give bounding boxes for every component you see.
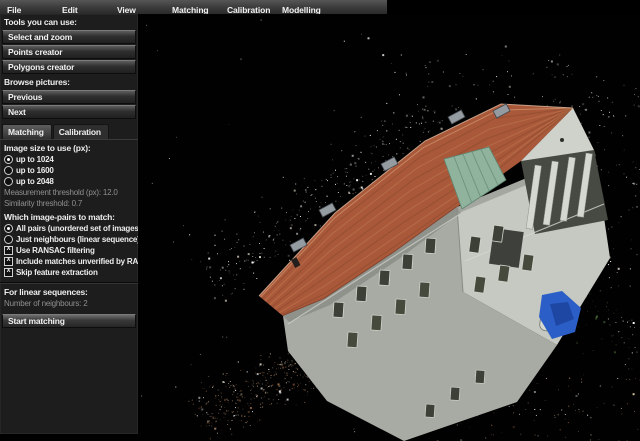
- 3d-viewport[interactable]: [138, 14, 640, 441]
- start-matching-button[interactable]: Start matching: [2, 314, 136, 328]
- tool-sidebar: Tools you can use: Select and zoom Point…: [0, 14, 138, 434]
- select-and-zoom-button[interactable]: Select and zoom: [2, 30, 136, 44]
- radio-icon: [4, 155, 13, 164]
- radio-label: up to 1600: [16, 166, 54, 175]
- tab-calibration[interactable]: Calibration: [53, 124, 109, 139]
- neighbours-text: Number of neighbours: 2: [0, 298, 138, 309]
- radio-icon: [4, 177, 13, 186]
- checkbox-label: Use RANSAC filtering: [16, 246, 95, 255]
- checkbox-skip-extraction[interactable]: Skip feature extraction: [0, 267, 138, 278]
- checkbox-icon: [4, 246, 13, 255]
- radio-label: up to 1024: [16, 155, 54, 164]
- linear-sequences-label: For linear sequences:: [0, 286, 138, 298]
- previous-button[interactable]: Previous: [2, 90, 136, 104]
- separator: [0, 282, 138, 284]
- checkbox-icon: [4, 268, 13, 277]
- point-cloud-scene: [138, 14, 640, 441]
- gable-attic-window: [560, 138, 564, 142]
- checkbox-use-ransac[interactable]: Use RANSAC filtering: [0, 245, 138, 256]
- radio-all-pairs[interactable]: All pairs (unordered set of images): [0, 223, 138, 234]
- radio-icon: [4, 224, 13, 233]
- image-size-label: Image size to use (px):: [0, 142, 138, 154]
- checkbox-label: Include matches unverified by RANSAC: [16, 257, 138, 266]
- browse-pictures-label: Browse pictures:: [0, 74, 138, 89]
- checkbox-include-unverified[interactable]: Include matches unverified by RANSAC: [0, 256, 138, 267]
- matching-panel: Image size to use (px): up to 1024 up to…: [0, 139, 138, 328]
- radio-icon: [4, 235, 13, 244]
- similarity-threshold-text: Similarity threshold: 0.7: [0, 198, 138, 209]
- radio-up-to-2048[interactable]: up to 2048: [0, 176, 138, 187]
- checkbox-label: Skip feature extraction: [16, 268, 98, 277]
- house-model: [259, 104, 610, 441]
- next-button[interactable]: Next: [2, 105, 136, 119]
- checkbox-icon: [4, 257, 13, 266]
- polygons-creator-button[interactable]: Polygons creator: [2, 60, 136, 74]
- application-window: FileEditViewMatchingCalibrationModelling…: [0, 0, 640, 441]
- radio-icon: [4, 166, 13, 175]
- radio-up-to-1600[interactable]: up to 1600: [0, 165, 138, 176]
- menu-bar: FileEditViewMatchingCalibrationModelling…: [0, 0, 387, 15]
- tools-label: Tools you can use:: [0, 14, 138, 29]
- points-creator-button[interactable]: Points creator: [2, 45, 136, 59]
- tab-matching[interactable]: Matching: [2, 124, 52, 139]
- pairs-label: Which image-pairs to match:: [0, 211, 138, 223]
- radio-just-neighbours[interactable]: Just neighbours (linear sequence): [0, 234, 138, 245]
- radio-label: up to 2048: [16, 177, 54, 186]
- sidebar-tabs: Matching Calibration: [2, 124, 138, 139]
- measurement-threshold-text: Measurement threshold (px): 12.0: [0, 187, 138, 198]
- radio-label: Just neighbours (linear sequence): [16, 235, 138, 244]
- radio-label: All pairs (unordered set of images): [16, 224, 138, 233]
- radio-up-to-1024[interactable]: up to 1024: [0, 154, 138, 165]
